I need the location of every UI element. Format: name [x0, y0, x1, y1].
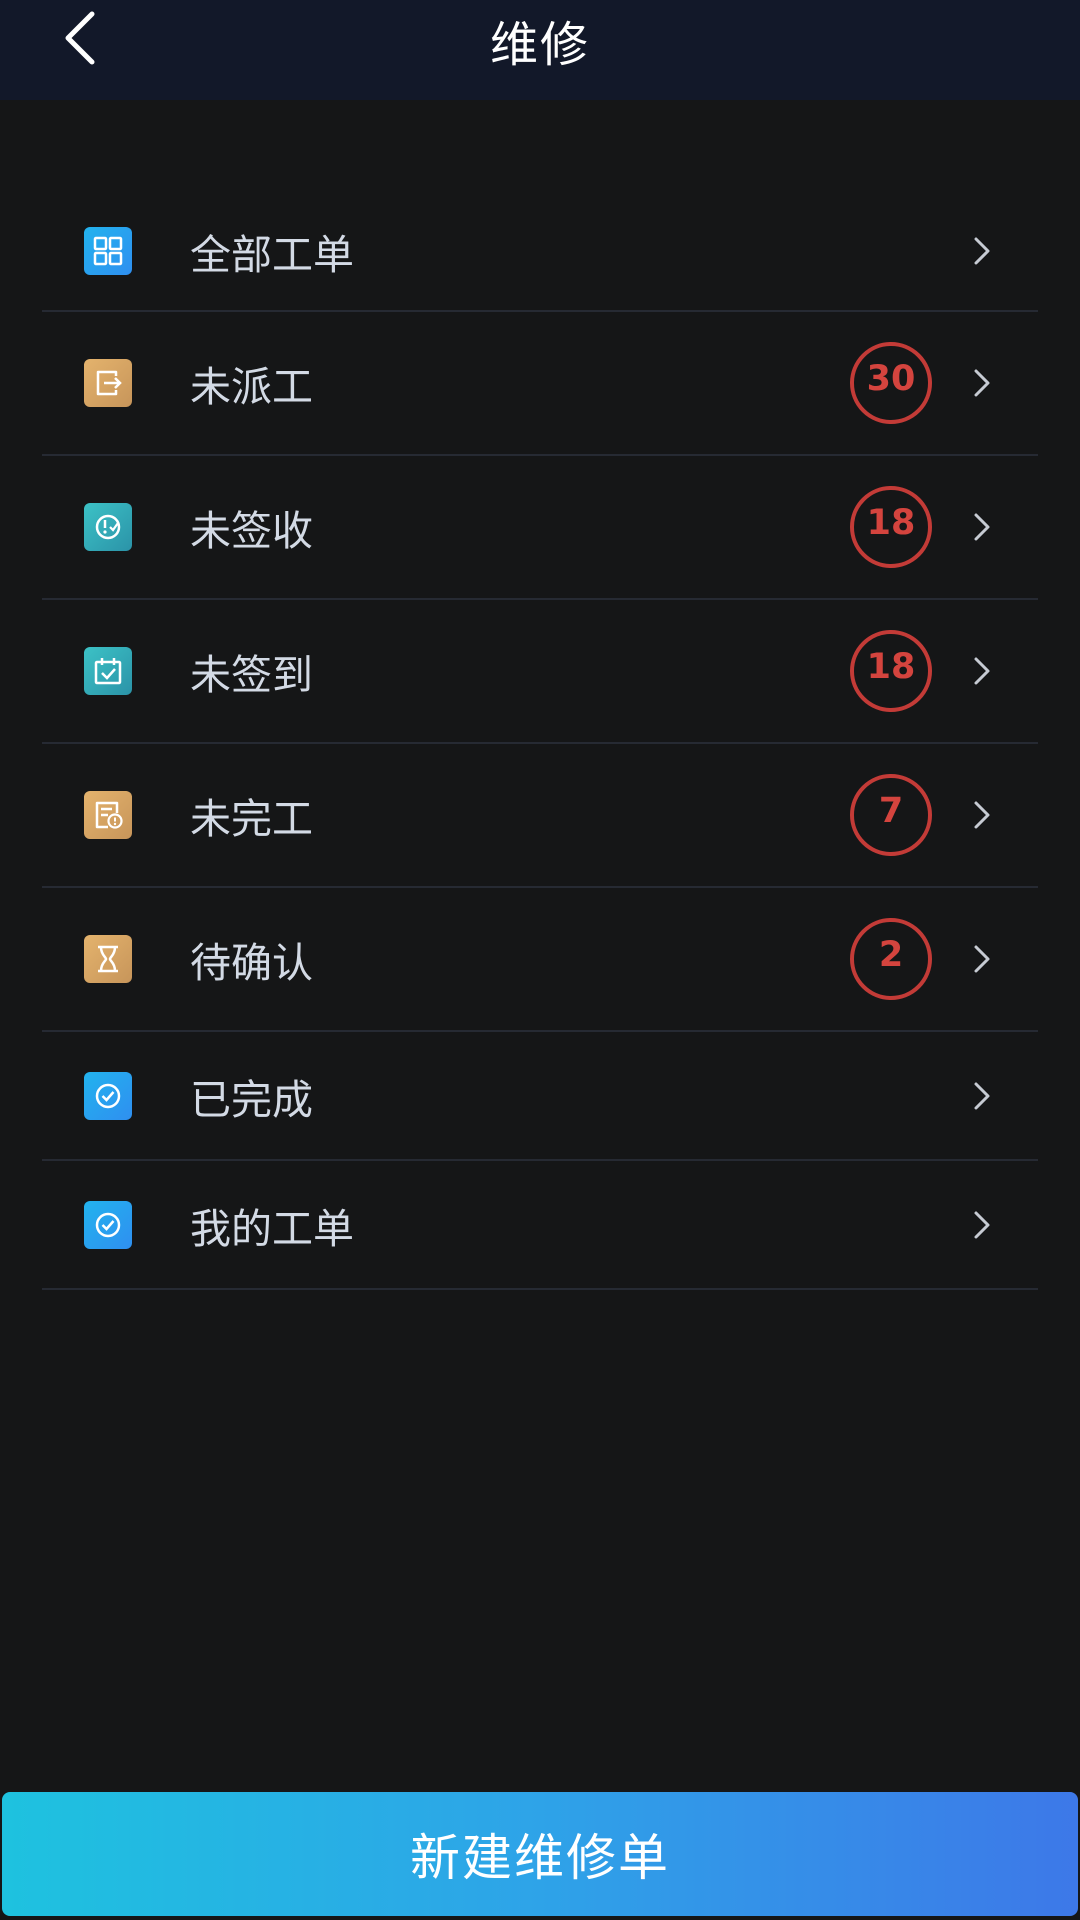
list-item-label: 我的工单 — [190, 1204, 354, 1253]
hourglass-icon — [84, 935, 132, 983]
count-badge: 18 — [850, 630, 932, 712]
list-item-pending-confirmation[interactable]: 待确认 2 — [42, 888, 1038, 1032]
list-item-not-dispatched[interactable]: 未派工 30 — [42, 312, 1038, 456]
chevron-right-icon — [970, 799, 994, 831]
calendar-check-icon — [84, 647, 132, 695]
chevron-right-icon — [970, 1209, 994, 1241]
page-title: 维修 — [489, 17, 590, 73]
chevron-right-icon — [970, 1080, 994, 1112]
chevron-right-icon — [970, 367, 994, 399]
check-circle-icon — [84, 1200, 132, 1249]
count-badge: 7 — [850, 774, 932, 856]
list-item-all-orders[interactable]: 全部工单 — [42, 192, 1038, 312]
work-order-list: 全部工单 未派工 30 未签收 18 未签到 18 未完工 7 待确认 2 已完… — [42, 192, 1038, 1290]
document-alert-icon — [84, 791, 132, 839]
clock-check-icon — [84, 503, 132, 551]
list-item-label: 未派工 — [190, 363, 313, 411]
chevron-right-icon — [970, 943, 994, 975]
list-item-label: 全部工单 — [190, 231, 354, 279]
create-repair-order-button[interactable]: 新建维修单 — [2, 1792, 1078, 1916]
check-circle-icon — [84, 1071, 132, 1120]
top-bar: 维修 — [0, 0, 1080, 100]
list-item-label: 未签到 — [190, 651, 313, 699]
list-item-not-completed[interactable]: 未完工 7 — [42, 744, 1038, 888]
list-item-label: 待确认 — [190, 939, 313, 987]
list-item-not-received[interactable]: 未签收 18 — [42, 456, 1038, 600]
list-item-my-orders[interactable]: 我的工单 — [42, 1161, 1038, 1290]
list-item-label: 未完工 — [190, 795, 313, 843]
chevron-right-icon — [970, 235, 994, 267]
list-item-completed[interactable]: 已完成 — [42, 1032, 1038, 1161]
count-badge: 18 — [850, 486, 932, 568]
dispatch-exit-icon — [84, 359, 132, 407]
list-item-label: 未签收 — [190, 507, 313, 555]
list-item-not-signed-in[interactable]: 未签到 18 — [42, 600, 1038, 744]
chevron-right-icon — [970, 511, 994, 543]
list-item-label: 已完成 — [190, 1075, 313, 1124]
count-badge: 30 — [850, 342, 932, 424]
count-badge: 2 — [850, 918, 932, 1000]
chevron-right-icon — [970, 655, 994, 687]
grid-icon — [84, 227, 132, 275]
